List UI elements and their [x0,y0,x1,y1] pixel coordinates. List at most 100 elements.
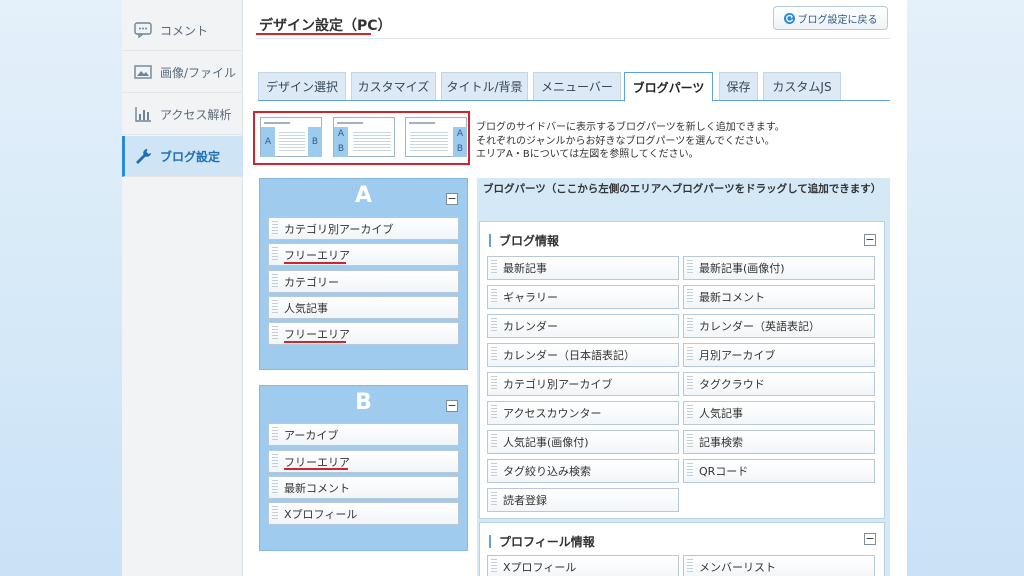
area-a-part[interactable]: 人気記事 [268,296,459,319]
part-label: カテゴリー [284,275,339,289]
available-part[interactable]: メンバーリスト [683,555,875,576]
area-b-part[interactable]: アーカイブ [268,423,459,446]
back-arrow-icon [783,12,795,24]
area-b-part[interactable]: Xプロフィール [268,502,459,525]
free-area-underline [284,468,348,470]
layout-thumbnail-three-column: A B [260,117,322,157]
layout-col-b: B [334,142,348,157]
group-title: プロフィール情報 [489,533,595,550]
tab-save[interactable]: 保存 [719,72,758,100]
available-part[interactable]: ギャラリー [487,285,679,309]
part-label: 人気記事 [284,301,328,315]
part-label: メンバーリスト [699,561,776,574]
part-label: 最新記事(画像付) [699,262,785,275]
collapse-area-a-button[interactable]: − [446,193,458,205]
drag-handle-icon [687,376,693,391]
sidebar-item-label: ブログ設定 [160,149,221,164]
drag-handle-icon [272,480,278,495]
available-part[interactable]: タグクラウド [683,372,875,396]
part-label: 人気記事(画像付) [503,436,589,449]
tab-design-select[interactable]: デザイン選択 [258,72,346,100]
part-label: 月別アーカイブ [699,349,776,362]
blog-parts-description: ブログのサイドバーに表示するブログパーツを新しく追加できます。 それぞれのジャン… [476,121,785,162]
part-label: Xプロフィール [503,561,577,574]
available-parts-title: ブログパーツ（ここから左側のエリアへブログパーツをドラッグして追加できます） [483,183,882,195]
free-area-underline [284,341,346,343]
group-profile-info: プロフィール情報 − Xプロフィール メンバーリスト [479,522,885,576]
available-part[interactable]: QRコード [683,459,875,483]
tab-bar: デザイン選択 カスタマイズ タイトル/背景 メニューバー ブログパーツ 保存 カ… [258,72,890,102]
drag-handle-icon [272,427,278,442]
layout-col-b: B [453,142,467,157]
back-button-label: ブログ設定に戻る [797,14,878,26]
available-part[interactable]: アクセスカウンター [487,401,679,425]
collapse-group-button[interactable]: − [864,234,876,246]
drag-handle-icon [491,376,497,391]
available-part[interactable]: カレンダー（日本語表記） [487,343,679,367]
tab-customize[interactable]: カスタマイズ [351,72,436,100]
page-title: デザイン設定（PC） [259,18,392,34]
collapse-area-b-button[interactable]: − [446,400,458,412]
layout-col-a: A [453,127,467,142]
drag-handle-icon [491,347,497,362]
part-label: 人気記事 [699,407,743,420]
area-b-part[interactable]: 最新コメント [268,476,459,499]
available-part[interactable]: カレンダー（英語表記） [683,314,875,338]
drag-handle-icon [687,347,693,362]
sidebar-item-comment[interactable]: コメント [122,10,243,51]
sidebar-item-analytics[interactable]: アクセス解析 [122,94,243,135]
wrench-icon [136,149,151,164]
available-part[interactable]: 人気記事(画像付) [487,430,679,454]
chart-icon [135,107,151,122]
collapse-group-button[interactable]: − [864,533,876,545]
drag-handle-icon [272,221,278,236]
available-part[interactable]: 読者登録 [487,488,679,512]
drag-handle-icon [687,260,693,275]
free-area-underline [284,262,346,264]
available-part[interactable]: カテゴリ別アーカイブ [487,372,679,396]
part-label: フリーエリア [284,248,350,262]
drag-handle-icon [687,405,693,420]
tab-title-background[interactable]: タイトル/背景 [441,72,528,100]
sidebar-item-blog-settings[interactable]: ブログ設定 [122,136,243,177]
sidebar: コメント 画像/ファイル アクセス解析 ブログ設定 [122,0,243,576]
drag-handle-icon [687,318,693,333]
available-part[interactable]: 記事検索 [683,430,875,454]
available-part[interactable]: 人気記事 [683,401,875,425]
tab-menubar[interactable]: メニューバー [533,72,621,100]
area-a-part[interactable]: カテゴリ別アーカイブ [268,217,459,240]
area-b-letter: B [355,390,372,415]
drag-handle-icon [491,260,497,275]
area-a-part[interactable]: カテゴリー [268,270,459,293]
comment-icon [134,22,152,38]
layout-col-a: A [261,127,275,157]
drag-handle-icon [272,506,278,521]
drag-handle-icon [272,300,278,315]
area-a-letter: A [354,183,373,208]
drag-handle-icon [687,559,693,574]
sidebar-item-label: 画像/ファイル [160,65,237,80]
available-part[interactable]: 最新記事(画像付) [683,256,875,280]
available-part[interactable]: 最新コメント [683,285,875,309]
available-part[interactable]: カレンダー [487,314,679,338]
drag-handle-icon [491,463,497,478]
available-part[interactable]: タグ絞り込み検索 [487,459,679,483]
sidebar-item-image[interactable]: 画像/ファイル [122,52,243,93]
part-label: 最新コメント [284,481,350,495]
tab-custom-js[interactable]: カスタムJS [763,72,841,100]
back-to-blog-settings-button[interactable]: ブログ設定に戻る [773,6,888,30]
description-line: ブログのサイドバーに表示するブログパーツを新しく追加できます。 [476,122,785,133]
group-title-bar [489,234,491,247]
group-blog-info: ブログ情報 − 最新記事 最新記事(画像付) ギャラリー 最新コメント カレンダー カレン… [479,221,885,519]
part-label: カテゴリ別アーカイブ [284,222,394,236]
available-part[interactable]: 最新記事 [487,256,679,280]
drag-handle-icon [272,274,278,289]
part-label: アーカイブ [284,428,339,442]
part-label: 読者登録 [503,494,547,507]
available-part[interactable]: 月別アーカイブ [683,343,875,367]
header-divider [256,38,890,39]
tab-blog-parts[interactable]: ブログパーツ [624,72,713,102]
drag-handle-icon [491,559,497,574]
drag-handle-icon [272,326,278,341]
available-part[interactable]: Xプロフィール [487,555,679,576]
